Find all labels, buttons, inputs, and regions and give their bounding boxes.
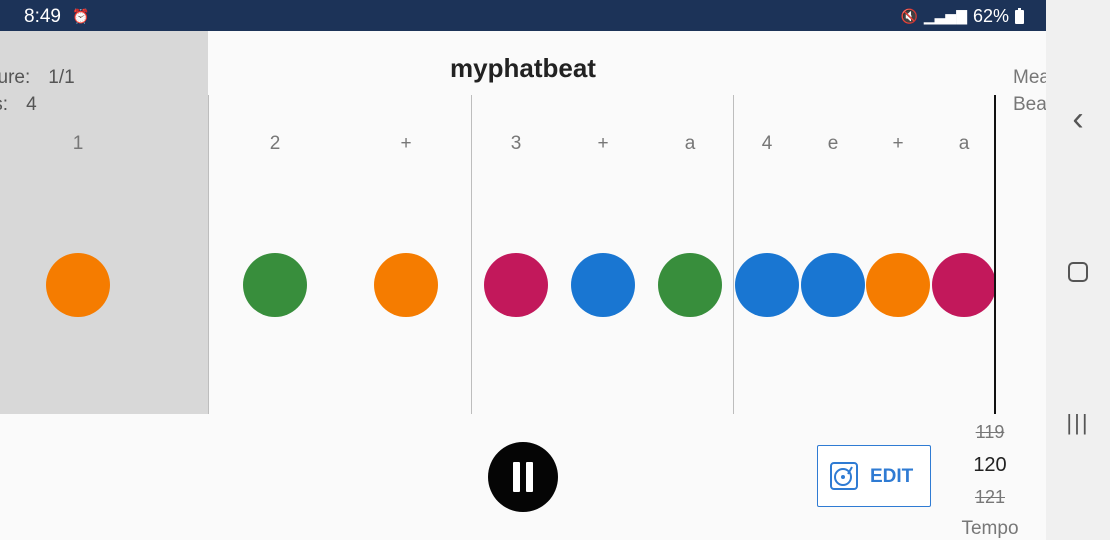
beat-label: 4 (761, 133, 773, 154)
beat-label: 2 (269, 133, 281, 154)
note-circle[interactable] (658, 253, 722, 317)
note-circle[interactable] (932, 253, 996, 317)
beat-divider (471, 95, 472, 414)
beat-label: e (827, 133, 839, 154)
beat-divider (733, 95, 734, 414)
note-circle[interactable] (866, 253, 930, 317)
battery-icon (1015, 7, 1024, 24)
home-icon[interactable] (1046, 262, 1110, 287)
tempo-label: Tempo (961, 518, 1019, 539)
beat-label: a (958, 133, 970, 154)
turntable-icon (830, 462, 858, 490)
status-right: 🔇 ▁▃▅▇ 62% (900, 6, 1024, 27)
sequencer-view: sure:1/1 ts:4 myphatbeat Mea Bea 12+3+a4… (0, 31, 1046, 540)
pause-icon (513, 462, 520, 492)
beats-value: 4 (26, 94, 37, 115)
next-measure-label: Mea (1013, 67, 1046, 88)
note-circle[interactable] (571, 253, 635, 317)
note-circle[interactable] (735, 253, 799, 317)
status-time: 8:49 (24, 6, 61, 27)
tempo-next[interactable]: 121 (960, 487, 1020, 508)
pause-button[interactable] (488, 442, 558, 512)
beats-info: ts: 4 (0, 94, 37, 116)
pause-icon (526, 462, 533, 492)
recent-apps-icon[interactable]: ||| (1046, 410, 1110, 436)
beat-label: 1 (72, 133, 84, 154)
beat-label: + (597, 133, 609, 154)
tempo-current[interactable]: 120 (960, 454, 1020, 477)
back-icon[interactable]: ‹ (1046, 100, 1110, 139)
beats-label: ts: (0, 94, 9, 115)
edit-label: EDIT (870, 466, 914, 487)
playhead (994, 95, 996, 414)
measure-info-panel: sure:1/1 ts:4 (0, 31, 208, 414)
next-beats-label: Bea (1013, 94, 1046, 115)
note-circle[interactable] (801, 253, 865, 317)
edit-button[interactable]: EDIT (817, 445, 931, 507)
next-measure-info: Mea Bea (997, 31, 1046, 414)
tempo-previous[interactable]: 119 (960, 422, 1020, 443)
system-nav-bar: ‹ ||| (1046, 0, 1110, 540)
note-circle[interactable] (46, 253, 110, 317)
status-bar: 8:49 ⏰ 🔇 ▁▃▅▇ 62% (0, 0, 1046, 31)
signal-icon: ▁▃▅▇ (923, 8, 967, 24)
note-circle[interactable] (243, 253, 307, 317)
mute-icon: 🔇 (900, 8, 918, 24)
note-circle[interactable] (484, 253, 548, 317)
alarm-icon: ⏰ (72, 8, 90, 24)
note-circle[interactable] (374, 253, 438, 317)
beat-label: 3 (510, 133, 522, 154)
beat-label: + (892, 133, 904, 154)
battery-percent: 62% (972, 6, 1009, 26)
beat-label: + (400, 133, 412, 154)
pattern-title: myphatbeat (450, 53, 596, 83)
beat-divider (208, 95, 209, 414)
beat-label: a (684, 133, 696, 154)
